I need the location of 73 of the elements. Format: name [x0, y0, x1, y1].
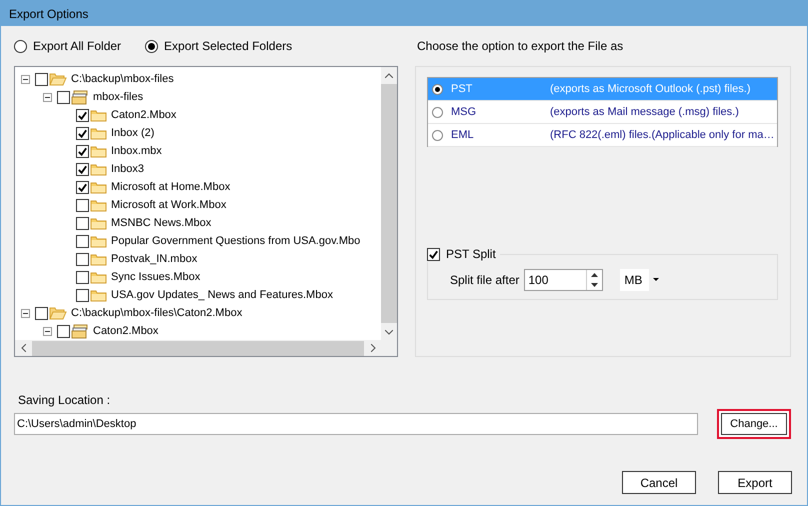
tree-item[interactable]: Inbox (2) [111, 127, 154, 139]
tree-item[interactable]: Postvak_IN.mbox [111, 253, 198, 265]
tree-item[interactable]: C:\backup\mbox-files [71, 73, 174, 85]
scroll-right-icon[interactable] [370, 344, 376, 352]
folder-icon [90, 216, 107, 230]
folder-stack-icon [71, 90, 89, 104]
scroll-down-icon[interactable] [385, 330, 393, 334]
checkbox[interactable] [76, 162, 89, 176]
spin-down-icon[interactable] [591, 282, 598, 286]
checkbox[interactable] [76, 180, 89, 194]
dialog-button[interactable]: Cancel [622, 471, 696, 494]
checkbox[interactable] [57, 90, 70, 104]
checkbox[interactable] [76, 216, 89, 230]
folder-icon [90, 162, 107, 176]
field-label: Saving Location : [18, 393, 110, 407]
scroll-left-icon[interactable] [20, 344, 26, 352]
unit-dropdown[interactable]: MB [620, 268, 662, 290]
tree-item[interactable]: Inbox.mbx [111, 145, 162, 157]
format-option[interactable]: MSG (exports as Mail message (.msg) files.) [428, 101, 777, 124]
number-field[interactable]: 100 [524, 268, 604, 290]
dropdown-arrow-icon[interactable] [652, 278, 659, 281]
collapse-icon[interactable] [21, 308, 30, 318]
change-button[interactable]: Change... [717, 409, 791, 439]
folder-stack-icon [71, 324, 89, 338]
tree-item[interactable]: USA.gov Updates_ News and Features.Mbox [111, 289, 333, 301]
collapse-icon[interactable] [43, 326, 52, 336]
radio-button[interactable] [14, 40, 27, 52]
tree-item[interactable]: Microsoft at Home.Mbox [111, 181, 230, 193]
checkbox[interactable] [35, 306, 48, 320]
folder-icon [90, 126, 107, 140]
tree-item[interactable]: Popular Government Questions from USA.gov.Mbo [111, 235, 360, 247]
folder-icon [90, 270, 107, 284]
checkbox[interactable] [76, 108, 89, 122]
checkbox[interactable] [76, 234, 89, 248]
folder-icon [90, 252, 107, 266]
spin-up-icon[interactable] [591, 272, 598, 276]
scroll-up-icon[interactable] [385, 72, 393, 78]
folder-icon [90, 108, 107, 122]
checkbox[interactable] [35, 72, 48, 86]
collapse-icon[interactable] [43, 92, 52, 102]
tree-item[interactable]: Sync Issues.Mbox [111, 271, 200, 283]
dialog-button[interactable]: Export [718, 471, 792, 494]
open-folder-icon [49, 72, 67, 86]
path-field[interactable]: C:\Users\admin\Desktop [14, 413, 698, 435]
tree-item[interactable]: Caton2.Mbox [111, 109, 176, 121]
folder-icon [90, 198, 107, 212]
folder-icon [90, 234, 107, 248]
checkbox[interactable] [76, 144, 89, 158]
checkbox[interactable] [76, 288, 89, 302]
checkbox[interactable] [427, 248, 440, 260]
window-title: Export Options [9, 6, 88, 20]
collapse-icon[interactable] [21, 74, 30, 84]
tree-item[interactable]: mbox-files [93, 91, 144, 103]
folder-icon [90, 180, 107, 194]
checkbox[interactable] [76, 252, 89, 266]
field-label: Split file after [450, 272, 520, 286]
checkbox[interactable] [57, 324, 70, 338]
tree-item[interactable]: Microsoft at Work.Mbox [111, 199, 226, 211]
radio-button[interactable] [145, 40, 158, 52]
checkbox[interactable] [76, 270, 89, 284]
tree-item[interactable]: MSNBC News.Mbox [111, 217, 212, 229]
radio-label[interactable]: Export Selected Folders [164, 39, 292, 53]
tree-item[interactable]: Caton2.Mbox [93, 325, 158, 337]
radio-label[interactable]: Export All Folder [33, 39, 122, 53]
tree-item[interactable]: Inbox3 [111, 163, 144, 175]
folder-icon [90, 288, 107, 302]
format-option[interactable]: EML (RFC 822(.eml) files.(Applicable only for ma… [428, 124, 777, 147]
checkbox[interactable] [76, 198, 89, 212]
checkbox[interactable] [76, 126, 89, 140]
tree-item[interactable]: C:\backup\mbox-files\Caton2.Mbox [71, 307, 242, 319]
format-heading: Choose the option to export the File as [417, 39, 624, 53]
folder-icon [90, 144, 107, 158]
open-folder-icon [49, 306, 67, 320]
